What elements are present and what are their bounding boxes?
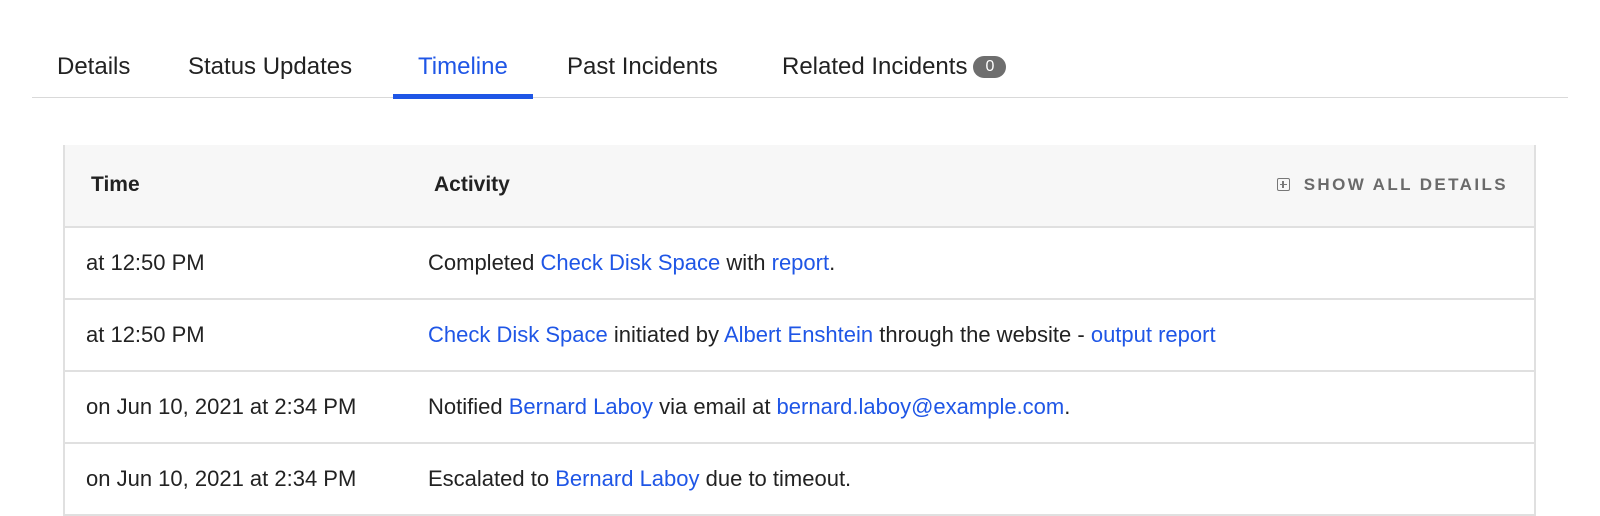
column-header-time: Time <box>91 173 140 196</box>
table-row: on Jun 10, 2021 at 2:34 PM Notified Berna… <box>65 372 1534 444</box>
tab-timeline[interactable]: Timeline <box>393 38 533 99</box>
row-time: on Jun 10, 2021 at 2:34 PM <box>86 394 357 419</box>
table-header: Time Activity SHOW ALL DETAILS <box>65 145 1534 228</box>
activity-link[interactable]: Check Disk Space <box>428 322 608 347</box>
activity-text: through the website - <box>873 322 1091 347</box>
tab-past-incidents[interactable]: Past Incidents <box>542 38 743 97</box>
plus-square-icon <box>1276 178 1290 191</box>
activity-text: Notified <box>428 394 509 419</box>
activity-text: due to timeout. <box>699 466 852 491</box>
tab-label: Details <box>57 53 131 80</box>
activity-text: Completed <box>428 250 541 275</box>
table-row: on Jun 10, 2021 at 2:34 PM Escalated to B… <box>65 444 1534 516</box>
activity-link[interactable]: Bernard Laboy <box>509 394 653 419</box>
activity-text: . <box>829 250 836 275</box>
activity-link[interactable]: report <box>772 250 829 275</box>
tab-status-updates[interactable]: Status Updates <box>163 38 377 97</box>
activity-text: Escalated to <box>428 466 556 491</box>
show-all-details-label: SHOW ALL DETAILS <box>1303 175 1508 194</box>
row-activity: Escalated to Bernard Laboy due to timeou… <box>428 444 851 514</box>
row-activity: Check Disk Space initiated by Albert Ens… <box>428 300 1216 370</box>
activity-text: via email at <box>653 394 777 419</box>
activity-link[interactable]: Bernard Laboy <box>555 466 699 491</box>
activity-link[interactable]: output report <box>1091 322 1216 347</box>
table-row: at 12:50 PM Completed Check Disk Space wi… <box>65 228 1534 300</box>
tab-label: Related Incidents <box>782 53 968 80</box>
tab-details[interactable]: Details <box>32 38 155 97</box>
column-header-activity: Activity <box>434 173 510 196</box>
tab-label: Timeline <box>418 53 508 80</box>
activity-text: with <box>720 250 772 275</box>
tab-label: Past Incidents <box>567 53 718 80</box>
show-all-details-button[interactable]: SHOW ALL DETAILS <box>1276 145 1508 225</box>
count-badge: 0 <box>973 56 1007 78</box>
activity-link[interactable]: Albert Enshtein <box>724 322 873 347</box>
activity-link[interactable]: bernard.laboy@example.com <box>777 394 1065 419</box>
activity-link[interactable]: Check Disk Space <box>541 250 721 275</box>
row-time: on Jun 10, 2021 at 2:34 PM <box>86 466 357 491</box>
activity-text: . <box>1064 394 1071 419</box>
row-activity: Notified Bernard Laboy via email at bern… <box>428 372 1070 442</box>
tab-related-incidents[interactable]: Related Incidents 0 <box>757 38 1031 97</box>
activity-text: initiated by <box>607 322 724 347</box>
table-body: at 12:50 PM Completed Check Disk Space wi… <box>65 228 1534 516</box>
row-time: at 12:50 PM <box>86 250 205 275</box>
tab-bar: Details Status Updates Timeline Past Inc… <box>32 38 1568 99</box>
row-activity: Completed Check Disk Space with report. <box>428 228 835 298</box>
table-row: at 12:50 PM Check Disk Space initiated by… <box>65 300 1534 372</box>
tab-label: Status Updates <box>188 53 353 80</box>
row-time: at 12:50 PM <box>86 322 205 347</box>
timeline-table: Time Activity SHOW ALL DETAILS at 12:50 … <box>63 145 1536 516</box>
